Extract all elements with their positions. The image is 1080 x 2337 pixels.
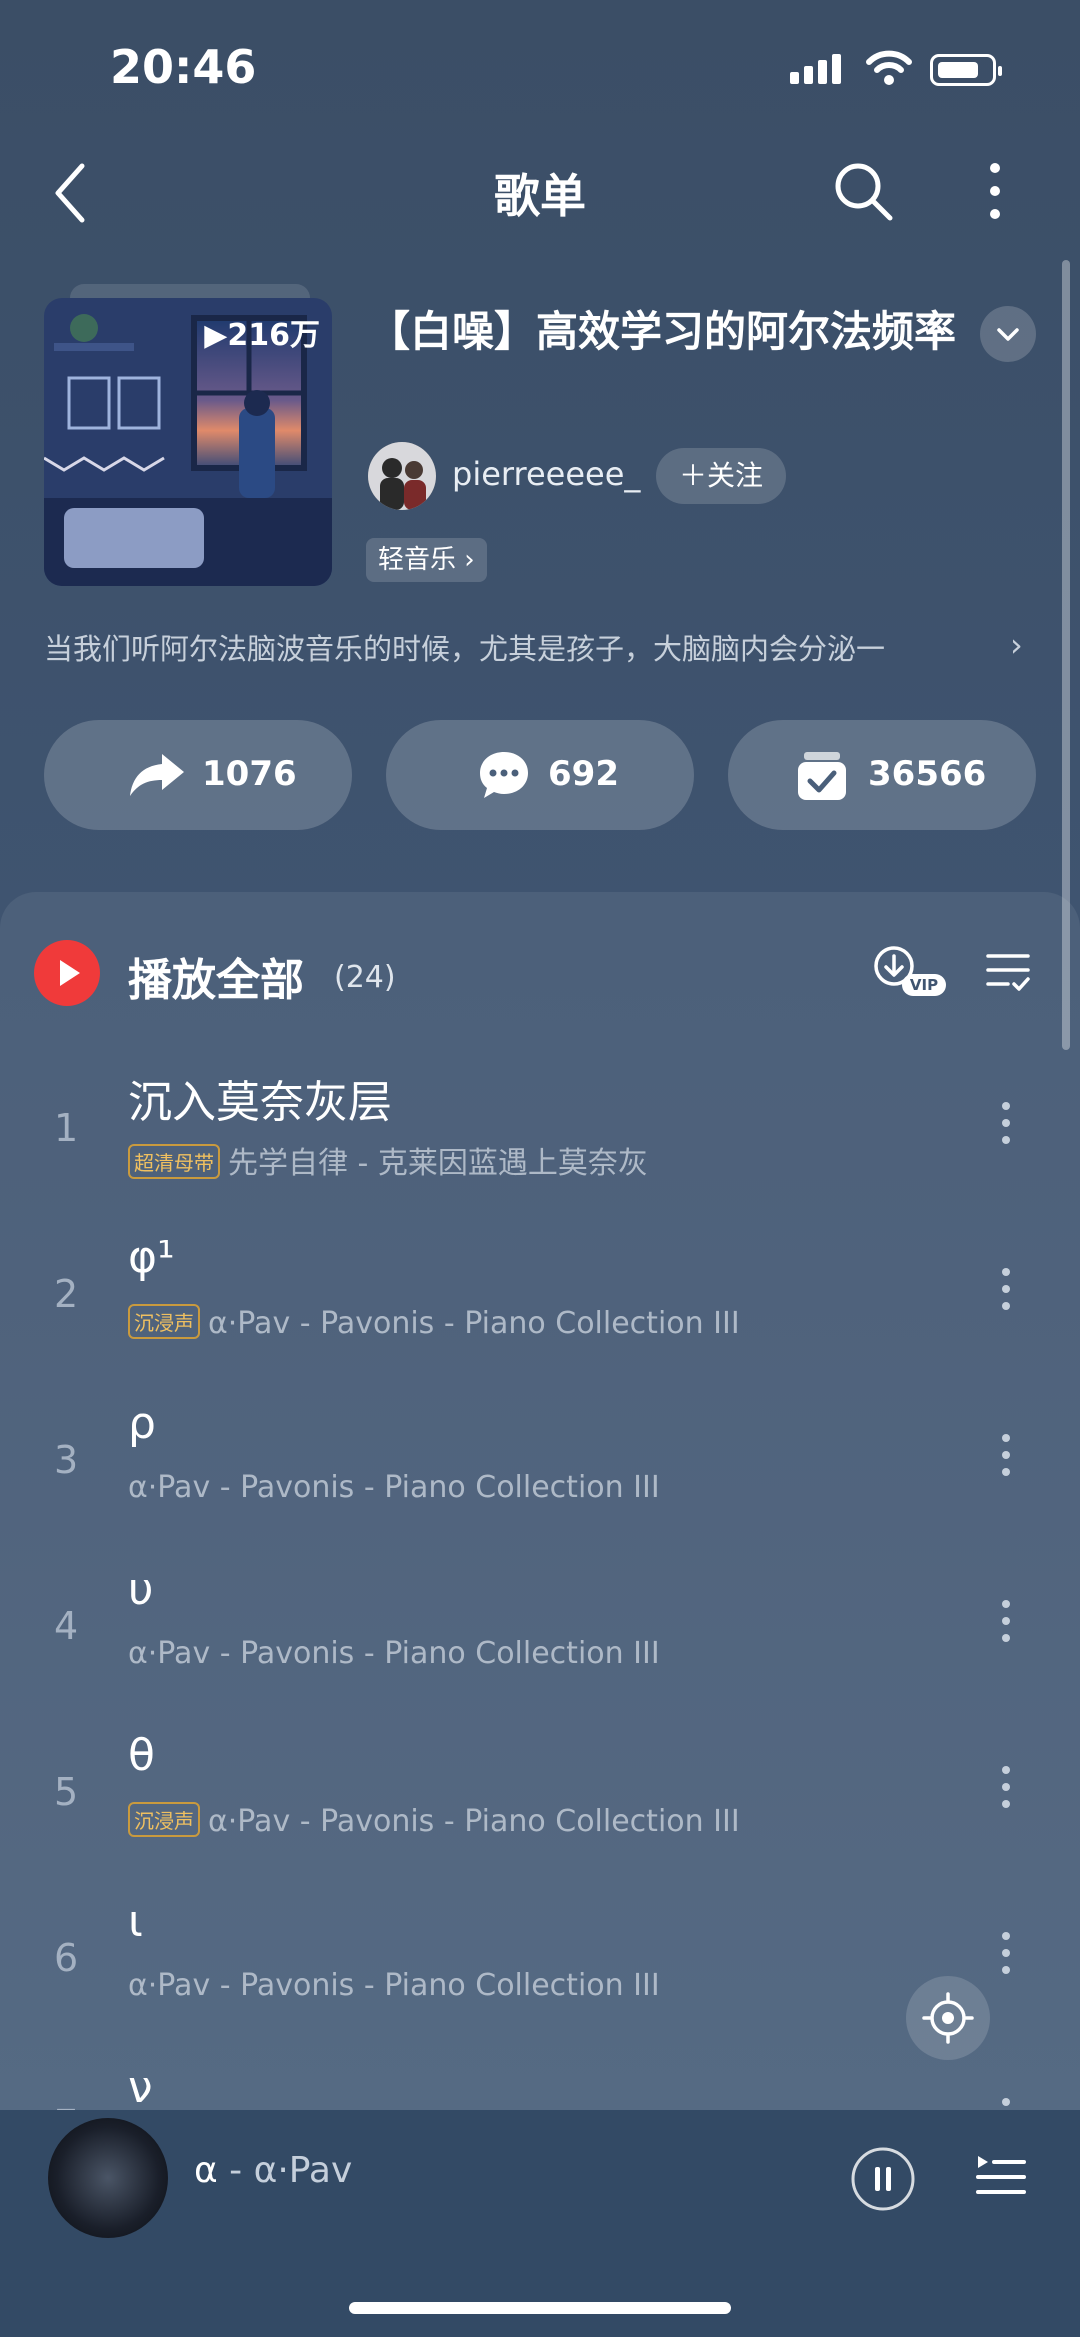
song-index: 2 bbox=[54, 1272, 79, 1316]
home-indicator bbox=[349, 2302, 731, 2314]
comment-count: 692 bbox=[548, 754, 619, 794]
play-all-label[interactable]: 播放全部 bbox=[128, 944, 304, 1008]
song-index: 4 bbox=[54, 1604, 79, 1648]
play-count: ▶216万 bbox=[204, 310, 320, 354]
album-disc[interactable] bbox=[48, 2118, 168, 2238]
pause-icon[interactable] bbox=[850, 2146, 916, 2212]
song-title: θ bbox=[128, 1730, 155, 1781]
song-more-icon[interactable] bbox=[996, 1430, 1016, 1480]
battery-icon bbox=[930, 54, 1002, 86]
comment-button[interactable]: 692 bbox=[386, 720, 694, 830]
quality-badge: 超清母带 bbox=[128, 1144, 220, 1179]
song-more-icon[interactable] bbox=[996, 1264, 1016, 1314]
song-artist-album: α·Pav - Pavonis - Piano Collection III bbox=[208, 1306, 740, 1341]
locate-icon bbox=[922, 1992, 974, 2044]
song-index: 1 bbox=[54, 1106, 79, 1150]
song-artist-album: α·Pav - Pavonis - Piano Collection III bbox=[128, 1470, 660, 1505]
wifi-icon bbox=[866, 50, 912, 85]
share-count: 1076 bbox=[202, 754, 297, 794]
search-icon[interactable] bbox=[830, 158, 896, 224]
quality-badge: 沉浸声 bbox=[128, 1802, 200, 1837]
playlist-description[interactable]: 当我们听阿尔法脑波音乐的时候，尤其是孩子，大脑脑内会分泌一 bbox=[44, 626, 1024, 668]
plus-icon: ＋ bbox=[678, 459, 707, 492]
song-more-icon[interactable] bbox=[996, 1596, 1016, 1646]
song-title: ι bbox=[128, 1896, 143, 1947]
song-more-icon[interactable] bbox=[996, 1762, 1016, 1812]
quality-badge: 沉浸声 bbox=[128, 1304, 200, 1339]
play-icon bbox=[60, 960, 80, 986]
play-all-button[interactable] bbox=[34, 940, 100, 1006]
play-icon: ▶ bbox=[204, 318, 228, 353]
sort-icon[interactable] bbox=[984, 948, 1032, 996]
song-row[interactable]: 5 θ 沉浸声 α·Pav - Pavonis - Piano Collection … bbox=[0, 1722, 1080, 1888]
song-subtitle: α·Pav - Pavonis - Piano Collection III bbox=[128, 1968, 660, 2003]
follow-label: 关注 bbox=[707, 459, 764, 492]
now-playing-artist: α·Pav bbox=[253, 2150, 353, 2191]
song-row[interactable]: 3 ρ α·Pav - Pavonis - Piano Collection III bbox=[0, 1390, 1080, 1556]
status-bar: 20:46 bbox=[0, 0, 1080, 140]
song-index: 5 bbox=[54, 1770, 79, 1814]
chevron-right-icon: › bbox=[456, 545, 475, 575]
page-title: 歌单 bbox=[494, 169, 586, 223]
song-more-icon[interactable] bbox=[996, 1098, 1016, 1148]
scrollbar[interactable] bbox=[1062, 260, 1070, 1050]
avatar-image bbox=[368, 442, 436, 510]
creator-avatar[interactable] bbox=[368, 442, 436, 510]
collect-icon bbox=[798, 752, 846, 800]
collect-count: 36566 bbox=[868, 754, 987, 794]
song-artist-album: α·Pav - Pavonis - Piano Collection III bbox=[128, 1968, 660, 2003]
creator-name[interactable]: pierreeeee_ bbox=[452, 455, 640, 493]
genre-tag[interactable]: 轻音乐 › bbox=[366, 538, 487, 582]
song-more-icon[interactable] bbox=[996, 1928, 1016, 1978]
nav-bar: 歌单 bbox=[0, 140, 1080, 240]
song-artist-album: 先学自律 - 克莱因蓝遇上莫奈灰 bbox=[228, 1146, 648, 1181]
more-vertical-icon[interactable] bbox=[975, 158, 1015, 224]
song-index: 6 bbox=[54, 1936, 79, 1980]
now-playing[interactable]: α - α·Pav bbox=[194, 2150, 352, 2191]
now-playing-separator: - bbox=[217, 2150, 254, 2191]
signal-icon bbox=[790, 54, 841, 84]
status-time: 20:46 bbox=[110, 40, 257, 94]
song-artist-album: α·Pav - Pavonis - Piano Collection III bbox=[128, 1636, 660, 1671]
expand-button[interactable] bbox=[980, 306, 1036, 362]
queue-icon[interactable] bbox=[974, 2150, 1028, 2204]
share-button[interactable]: 1076 bbox=[44, 720, 352, 830]
song-row[interactable]: 2 φ¹ 沉浸声 α·Pav - Pavonis - Piano Collection… bbox=[0, 1224, 1080, 1390]
song-count: (24) bbox=[334, 960, 396, 995]
song-subtitle: 沉浸声 α·Pav - Pavonis - Piano Collection II… bbox=[128, 1802, 740, 1839]
song-title: υ bbox=[128, 1564, 154, 1615]
chevron-down-icon bbox=[997, 328, 1019, 341]
genre-tag-label: 轻音乐 bbox=[378, 545, 457, 575]
now-playing-track: α bbox=[194, 2150, 218, 2191]
playlist-cover[interactable]: ▶216万 bbox=[44, 298, 332, 586]
song-title: φ¹ bbox=[128, 1232, 175, 1283]
song-index: 3 bbox=[54, 1438, 79, 1482]
song-row[interactable]: 4 υ α·Pav - Pavonis - Piano Collection III bbox=[0, 1556, 1080, 1722]
song-subtitle: α·Pav - Pavonis - Piano Collection III bbox=[128, 1636, 660, 1671]
song-title: 沉入莫奈灰层 bbox=[128, 1077, 392, 1128]
song-title: ρ bbox=[128, 1398, 156, 1449]
locate-current-button[interactable] bbox=[906, 1976, 990, 2060]
download-vip-icon[interactable]: VIP bbox=[872, 944, 948, 1000]
collect-button[interactable]: 36566 bbox=[728, 720, 1036, 830]
comment-icon bbox=[480, 752, 528, 798]
chevron-right-icon[interactable]: › bbox=[1010, 626, 1023, 664]
song-artist-album: α·Pav - Pavonis - Piano Collection III bbox=[208, 1804, 740, 1839]
song-subtitle: 超清母带 先学自律 - 克莱因蓝遇上莫奈灰 bbox=[128, 1138, 648, 1182]
song-title: ν bbox=[128, 2062, 153, 2113]
vip-badge: VIP bbox=[910, 976, 938, 994]
share-icon bbox=[130, 754, 184, 796]
song-subtitle: 沉浸声 α·Pav - Pavonis - Piano Collection II… bbox=[128, 1304, 740, 1341]
song-subtitle: α·Pav - Pavonis - Piano Collection III bbox=[128, 1470, 660, 1505]
play-count-value: 216万 bbox=[227, 318, 320, 353]
follow-button[interactable]: ＋关注 bbox=[656, 448, 786, 504]
song-row[interactable]: 1 沉入莫奈灰层超清母带 先学自律 - 克莱因蓝遇上莫奈灰 bbox=[0, 1058, 1080, 1224]
playlist-title: 【白噪】高效学习的阿尔法频率 bbox=[368, 307, 957, 356]
